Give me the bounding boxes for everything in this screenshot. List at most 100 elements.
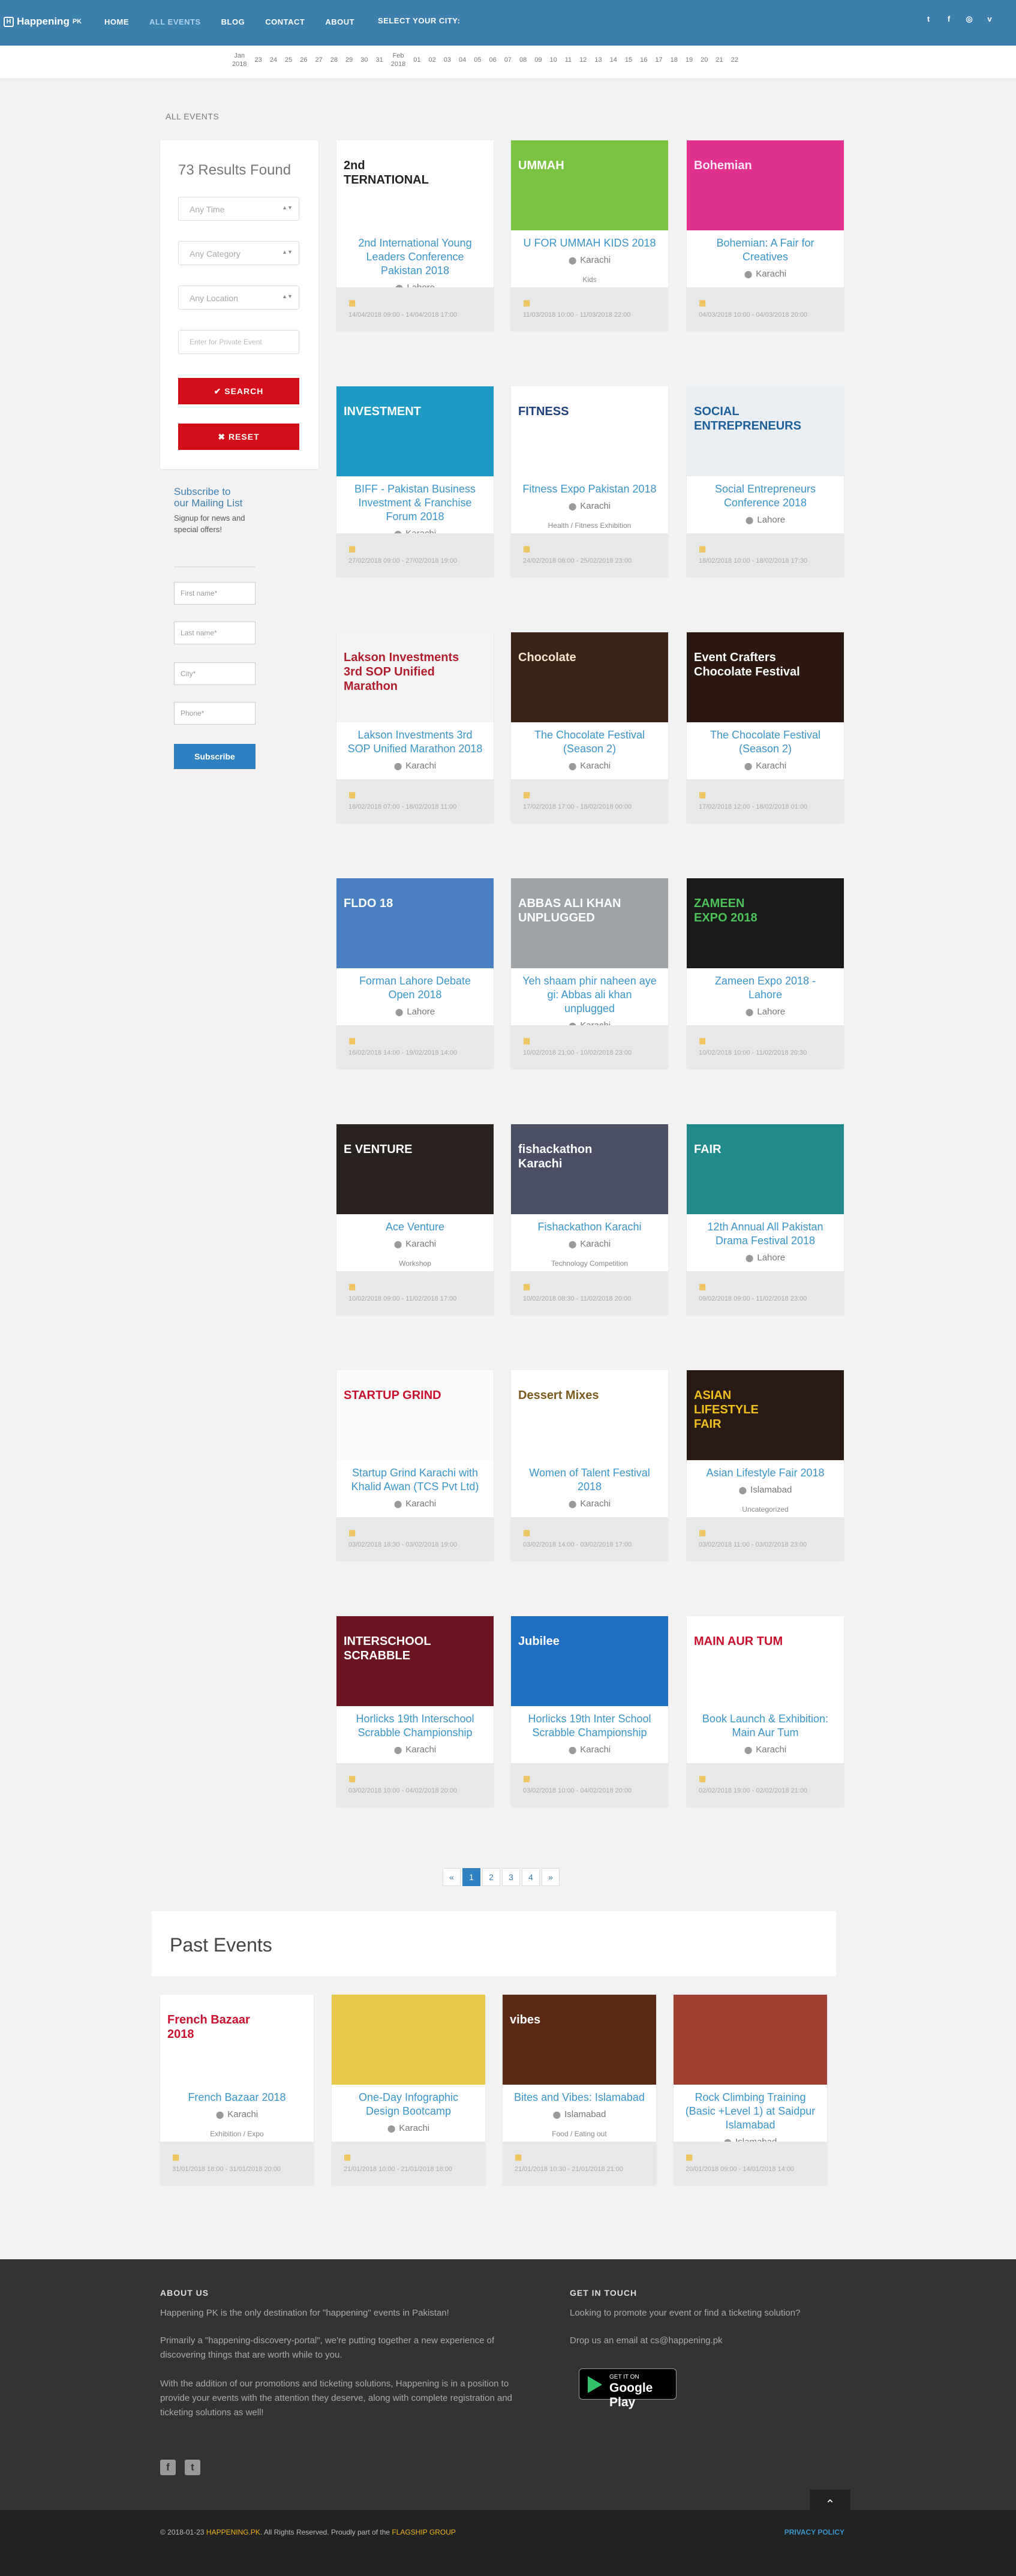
event-image[interactable]: ASIAN LIFESTYLE FAIR [687, 1370, 844, 1460]
event-image[interactable]: E VENTURE [336, 1124, 494, 1214]
date-day[interactable]: 15 [625, 56, 632, 64]
event-title[interactable]: 2nd International Young Leaders Conferen… [347, 236, 483, 278]
event-title[interactable]: Horlicks 19th Interschool Scrabble Champ… [347, 1712, 483, 1740]
event-card[interactable]: Dessert Mixes Women of Talent Festival 20… [511, 1370, 668, 1560]
event-image[interactable]: MAIN AUR TUM [687, 1616, 844, 1706]
event-category[interactable]: Technology Competition [522, 1257, 657, 1269]
event-title[interactable]: The Chocolate Festival (Season 2) [522, 728, 657, 756]
event-image[interactable]: FAIR [687, 1124, 844, 1214]
page-button[interactable]: 4 [522, 1868, 540, 1886]
date-day[interactable]: 18 [671, 56, 678, 64]
event-card[interactable]: FLDO 18 Forman Lahore Debate Open 2018 ⬤ La… [336, 878, 494, 1068]
event-card[interactable]: Jubilee Horlicks 19th Inter School Scrabb… [511, 1616, 668, 1806]
next-page-button[interactable]: » [542, 1868, 560, 1886]
flagship-group-link[interactable]: FLAGSHIP GROUP [392, 2528, 455, 2536]
event-image[interactable]: ABBAS ALI KHAN UNPLUGGED [511, 878, 668, 968]
event-card[interactable]: Chocolate The Chocolate Festival (Season … [511, 632, 668, 822]
event-card[interactable]: Lakson Investments 3rd SOP Unified Marat… [336, 632, 494, 822]
event-image[interactable]: French Bazaar 2018 [160, 1995, 314, 2085]
event-image[interactable]: SOCIAL ENTREPRENEURS [687, 386, 844, 476]
event-image[interactable]: ZAMEEN EXPO 2018 [687, 878, 844, 968]
event-card[interactable]: One-Day Infographic Design Bootcamp ⬤ Kara… [332, 1995, 485, 2185]
date-day[interactable]: 19 [686, 56, 693, 64]
date-day[interactable]: 17 [655, 56, 662, 64]
event-title[interactable]: Forman Lahore Debate Open 2018 [347, 974, 483, 1002]
event-image[interactable] [332, 1995, 485, 2085]
event-card[interactable]: 2nd TERNATIONAL 2nd International Young L… [336, 140, 494, 331]
event-card[interactable]: UMMAH U FOR UMMAH KIDS 2018 ⬤ Karachi Kids ▦ 1… [511, 140, 668, 331]
event-card[interactable]: Event Crafters Chocolate Festival The Cho… [687, 632, 844, 822]
category-select[interactable]: Any Category ▲▼ [178, 241, 299, 265]
date-day[interactable]: 05 [474, 56, 481, 64]
date-day[interactable]: 25 [285, 56, 292, 64]
twitter-icon[interactable]: t [185, 2460, 200, 2475]
event-image[interactable]: Jubilee [511, 1616, 668, 1706]
date-day[interactable]: 21 [716, 56, 723, 64]
event-card[interactable]: ABBAS ALI KHAN UNPLUGGED Yeh shaam phir n… [511, 878, 668, 1068]
date-day[interactable]: 06 [489, 56, 496, 64]
event-title[interactable]: Women of Talent Festival 2018 [522, 1466, 657, 1494]
page-button[interactable]: 1 [462, 1868, 480, 1886]
event-title[interactable]: Bohemian: A Fair for Creatives [698, 236, 833, 264]
brand-logo[interactable]: H Happening PK [4, 16, 82, 28]
event-image[interactable]: vibes [503, 1995, 656, 2085]
event-card[interactable]: vibes Bites and Vibes: Islamabad ⬤ Islamaba… [503, 1995, 656, 2185]
date-day[interactable]: 10 [549, 56, 557, 64]
date-day[interactable]: 13 [594, 56, 602, 64]
date-day[interactable]: 07 [504, 56, 512, 64]
date-day[interactable]: 11 [565, 56, 572, 64]
date-day[interactable]: 26 [300, 56, 307, 64]
event-image[interactable] [674, 1995, 827, 2085]
twitter-icon[interactable]: t [924, 14, 933, 24]
event-title[interactable]: Bites and Vibes: Islamabad [513, 2091, 645, 2104]
event-image[interactable]: STARTUP GRIND [336, 1370, 494, 1460]
event-title[interactable]: Fitness Expo Pakistan 2018 [522, 482, 657, 496]
time-select[interactable]: Any Time ▲▼ [178, 197, 299, 221]
event-card[interactable]: INVESTMENT BIFF - Pakistan Business Inves… [336, 386, 494, 577]
event-image[interactable]: Dessert Mixes [511, 1370, 668, 1460]
date-day[interactable]: 31 [375, 56, 383, 64]
back-to-top-button[interactable]: ⌃ [810, 2490, 850, 2520]
event-category[interactable]: Kids [522, 274, 657, 286]
first-name-field[interactable]: First name* [174, 582, 255, 605]
date-day[interactable]: 01 [413, 56, 420, 64]
event-category[interactable]: Food / Eating out [513, 2128, 645, 2140]
event-image[interactable]: FITNESS [511, 386, 668, 476]
instagram-icon[interactable]: ◎ [964, 14, 974, 24]
date-day[interactable]: 04 [459, 56, 466, 64]
keyword-input[interactable]: Enter for Private Event [178, 330, 299, 354]
city-selector[interactable]: SELECT YOUR CITY: [378, 16, 460, 25]
event-image[interactable]: Lakson Investments 3rd SOP Unified Marat… [336, 632, 494, 722]
nav-about[interactable]: ABOUT [325, 17, 354, 26]
date-day[interactable]: 27 [315, 56, 322, 64]
event-image[interactable]: Chocolate [511, 632, 668, 722]
event-image[interactable]: fishackathon Karachi [511, 1124, 668, 1214]
event-title[interactable]: 12th Annual All Pakistan Drama Festival … [698, 1220, 833, 1248]
event-card[interactable]: SOCIAL ENTREPRENEURS Social Entrepreneurs… [687, 386, 844, 577]
event-title[interactable]: Asian Lifestyle Fair 2018 [698, 1466, 833, 1480]
date-day[interactable]: 24 [270, 56, 277, 64]
event-card[interactable]: ZAMEEN EXPO 2018 Zameen Expo 2018 - Lahor… [687, 878, 844, 1068]
event-title[interactable]: Startup Grind Karachi with Khalid Awan (… [347, 1466, 483, 1494]
event-title[interactable]: Book Launch & Exhibition: Main Aur Tum [698, 1712, 833, 1740]
event-image[interactable]: UMMAH [511, 140, 668, 230]
city-field[interactable]: City* [174, 662, 255, 685]
date-day[interactable]: 16 [640, 56, 647, 64]
event-image[interactable]: Event Crafters Chocolate Festival [687, 632, 844, 722]
event-category[interactable]: Exhibition / Expo [171, 2128, 303, 2140]
page-button[interactable]: 2 [482, 1868, 500, 1886]
event-title[interactable]: French Bazaar 2018 [171, 2091, 303, 2104]
event-title[interactable]: Fishackathon Karachi [522, 1220, 657, 1234]
event-card[interactable]: E VENTURE Ace Venture ⬤ Karachi Workshop ▦ 10/… [336, 1124, 494, 1314]
nav-all-events[interactable]: ALL EVENTS [149, 17, 201, 26]
event-title[interactable]: Horlicks 19th Inter School Scrabble Cham… [522, 1712, 657, 1740]
event-card[interactable]: INTERSCHOOL SCRABBLE Horlicks 19th Inters… [336, 1616, 494, 1806]
event-card[interactable]: French Bazaar 2018 French Bazaar 2018 ⬤ Kar… [160, 1995, 314, 2185]
nav-home[interactable]: HOME [104, 17, 129, 26]
event-title[interactable]: Social Entrepreneurs Conference 2018 [698, 482, 833, 510]
location-select[interactable]: Any Location ▲▼ [178, 286, 299, 310]
date-day[interactable]: 29 [345, 56, 353, 64]
phone-field[interactable]: Phone* [174, 702, 255, 725]
event-category[interactable]: Workshop [347, 1257, 483, 1269]
date-day[interactable]: 03 [444, 56, 451, 64]
